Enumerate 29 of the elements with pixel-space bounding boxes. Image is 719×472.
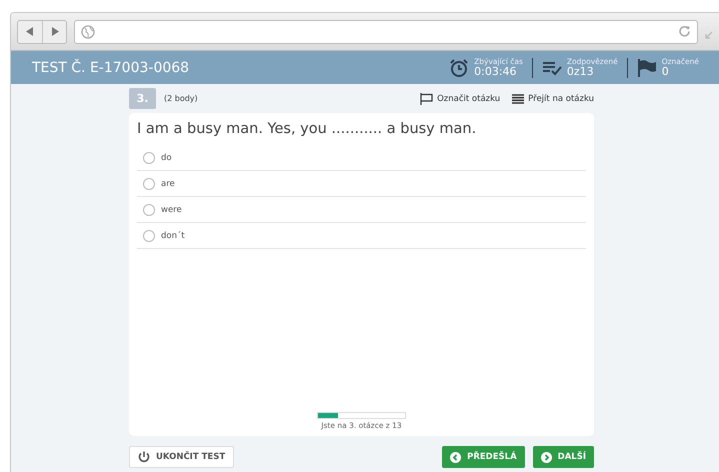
answer-option[interactable]: don´t	[137, 223, 586, 249]
test-title: TEST Č. E-17003-0068	[32, 60, 190, 76]
answer-option[interactable]: were	[137, 197, 586, 223]
go-to-question-link[interactable]: Přejít na otázku	[512, 94, 594, 104]
reload-icon[interactable]	[678, 25, 691, 38]
back-arrow-icon	[26, 27, 34, 36]
chevron-left-icon	[450, 452, 462, 462]
previous-button[interactable]: PŘEDEŠLÁ	[442, 446, 525, 468]
power-icon	[138, 451, 150, 463]
stat-value: 0	[662, 66, 670, 77]
answer-option[interactable]: are	[137, 171, 586, 197]
question-number: 3.	[129, 88, 156, 109]
end-test-button[interactable]: UKONČIT TEST	[129, 446, 234, 468]
points-label: (2 body)	[164, 94, 198, 103]
question-text: I am a busy man. Yes, you ........... a busy man.	[137, 121, 478, 137]
globe-icon	[81, 24, 95, 38]
list-icon	[512, 94, 524, 104]
chevron-right-icon	[540, 452, 552, 462]
alarm-clock-icon	[449, 58, 470, 78]
mark-question-link[interactable]: Označit otázku	[420, 92, 500, 104]
flag-icon	[636, 58, 657, 78]
checklist-icon	[542, 60, 562, 76]
forward-arrow-icon	[50, 27, 58, 36]
stat-value: 0:03:46	[474, 66, 518, 77]
flag-icon	[420, 92, 434, 104]
stat-value: 0z13	[566, 66, 594, 77]
address-field[interactable]	[74, 20, 698, 44]
next-button[interactable]: DALŠÍ	[532, 446, 594, 468]
answer-option[interactable]: do	[137, 145, 586, 171]
